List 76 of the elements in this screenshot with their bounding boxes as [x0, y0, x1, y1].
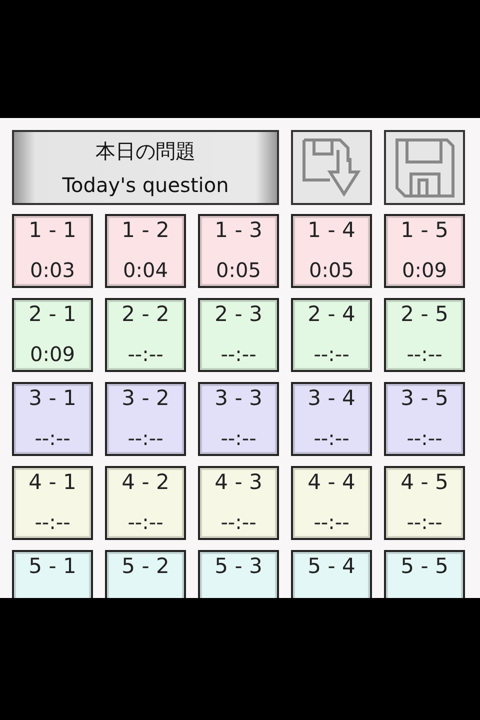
level-label: 2 - 4 [308, 302, 356, 326]
best-time: --:-- [314, 426, 350, 450]
best-time: --:-- [314, 510, 350, 534]
button-subtitle: Today's question [62, 173, 229, 197]
level-label: 1 - 2 [122, 218, 170, 242]
best-time: --:-- [128, 342, 164, 366]
best-time: --:-- [406, 510, 442, 534]
level-label: 4 - 1 [28, 470, 76, 494]
level-tile[interactable]: 1 - 4 0:05 [291, 214, 372, 288]
level-label: 4 - 2 [122, 470, 170, 494]
level-tile[interactable]: 2 - 1 0:09 [12, 298, 93, 372]
level-label: 3 - 2 [122, 386, 170, 410]
level-label: 2 - 1 [28, 302, 76, 326]
level-label: 1 - 1 [28, 218, 76, 242]
level-tile[interactable]: 3 - 4 --:-- [291, 382, 372, 456]
level-label: 3 - 3 [214, 386, 262, 410]
level-label: 5 - 3 [214, 554, 262, 578]
level-tile[interactable]: 5 - 5 [384, 550, 465, 598]
level-tile[interactable]: 3 - 5 --:-- [384, 382, 465, 456]
level-tile[interactable]: 1 - 5 0:09 [384, 214, 465, 288]
level-label: 1 - 5 [400, 218, 448, 242]
level-tile[interactable]: 5 - 3 [198, 550, 279, 598]
level-tile[interactable]: 3 - 1 --:-- [12, 382, 93, 456]
level-tile[interactable]: 5 - 2 [105, 550, 186, 598]
level-label: 3 - 4 [308, 386, 356, 410]
level-tile[interactable]: 2 - 3 --:-- [198, 298, 279, 372]
level-label: 4 - 3 [214, 470, 262, 494]
best-time: --:-- [34, 510, 70, 534]
level-label: 5 - 1 [28, 554, 76, 578]
level-label: 5 - 5 [400, 554, 448, 578]
button-title: 本日の問題 [96, 138, 196, 165]
level-tile[interactable]: 5 - 4 [291, 550, 372, 598]
best-time: 0:05 [216, 258, 261, 282]
best-time: --:-- [128, 426, 164, 450]
level-label: 4 - 5 [400, 470, 448, 494]
best-time: 0:03 [30, 258, 75, 282]
best-time: --:-- [220, 510, 256, 534]
level-label: 4 - 4 [308, 470, 356, 494]
best-time: --:-- [406, 426, 442, 450]
level-label: 1 - 4 [308, 218, 356, 242]
save-button[interactable] [384, 130, 465, 205]
level-label: 1 - 3 [214, 218, 262, 242]
level-tile[interactable]: 4 - 2 --:-- [105, 466, 186, 540]
level-label: 2 - 5 [400, 302, 448, 326]
level-label: 5 - 2 [122, 554, 170, 578]
todays-question-button[interactable]: 本日の問題 Today's question [12, 130, 279, 205]
floppy-arrow-icon [300, 136, 364, 200]
best-time: 0:09 [402, 258, 447, 282]
best-time: 0:04 [123, 258, 168, 282]
level-label: 2 - 3 [214, 302, 262, 326]
best-time: --:-- [128, 510, 164, 534]
level-tile[interactable]: 4 - 3 --:-- [198, 466, 279, 540]
level-label: 3 - 1 [28, 386, 76, 410]
level-tile[interactable]: 5 - 1 [12, 550, 93, 598]
best-time: 0:09 [30, 342, 75, 366]
level-tile[interactable]: 1 - 2 0:04 [105, 214, 186, 288]
level-tile[interactable]: 4 - 1 --:-- [12, 466, 93, 540]
load-button[interactable] [291, 130, 372, 205]
level-tile[interactable]: 2 - 2 --:-- [105, 298, 186, 372]
level-label: 2 - 2 [122, 302, 170, 326]
best-time: 0:05 [309, 258, 354, 282]
best-time: --:-- [406, 342, 442, 366]
best-time: --:-- [34, 426, 70, 450]
level-tile[interactable]: 2 - 4 --:-- [291, 298, 372, 372]
level-tile[interactable]: 4 - 4 --:-- [291, 466, 372, 540]
level-tile[interactable]: 4 - 5 --:-- [384, 466, 465, 540]
level-tile[interactable]: 3 - 3 --:-- [198, 382, 279, 456]
best-time: --:-- [314, 342, 350, 366]
level-tile[interactable]: 1 - 3 0:05 [198, 214, 279, 288]
level-tile[interactable]: 1 - 1 0:03 [12, 214, 93, 288]
best-time: --:-- [220, 426, 256, 450]
level-tile[interactable]: 3 - 2 --:-- [105, 382, 186, 456]
level-tile[interactable]: 2 - 5 --:-- [384, 298, 465, 372]
level-label: 3 - 5 [400, 386, 448, 410]
level-label: 5 - 4 [308, 554, 356, 578]
best-time: --:-- [220, 342, 256, 366]
